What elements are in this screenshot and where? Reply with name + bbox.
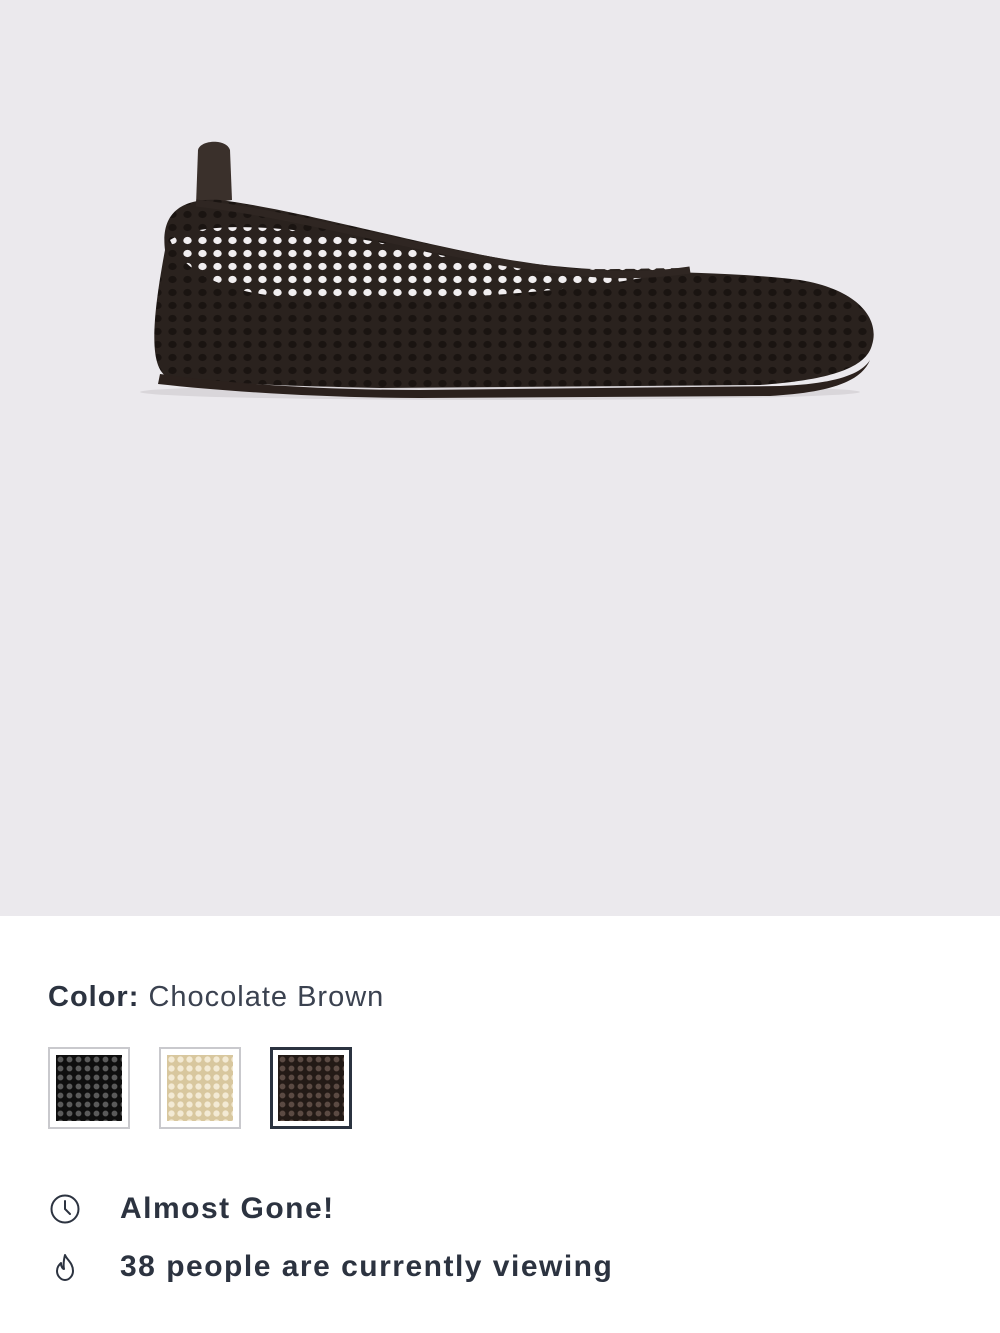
selected-color-name: Chocolate Brown — [148, 981, 385, 1013]
almost-gone-notice: Almost Gone! — [48, 1192, 333, 1226]
color-label: Color: — [48, 981, 140, 1013]
viewing-count-text: 38 people are currently viewing — [120, 1250, 614, 1283]
product-image[interactable] — [0, 0, 1000, 916]
swatch-chocolate-brown[interactable] — [270, 1047, 352, 1129]
swatch-cream-fill — [167, 1055, 233, 1121]
swatch-black-fill — [56, 1055, 122, 1121]
color-selection-label: Color: Chocolate Brown — [48, 978, 384, 1016]
almost-gone-text: Almost Gone! — [120, 1192, 335, 1225]
color-swatches — [48, 1047, 352, 1129]
viewing-count-notice: 38 people are currently viewing — [48, 1250, 612, 1284]
flame-icon — [56, 1254, 74, 1281]
shoe-illustration — [140, 141, 874, 400]
swatch-cream[interactable] — [159, 1047, 241, 1129]
clock-icon — [50, 1194, 80, 1224]
swatch-black[interactable] — [48, 1047, 130, 1129]
swatch-chocolate-brown-fill — [278, 1055, 344, 1121]
